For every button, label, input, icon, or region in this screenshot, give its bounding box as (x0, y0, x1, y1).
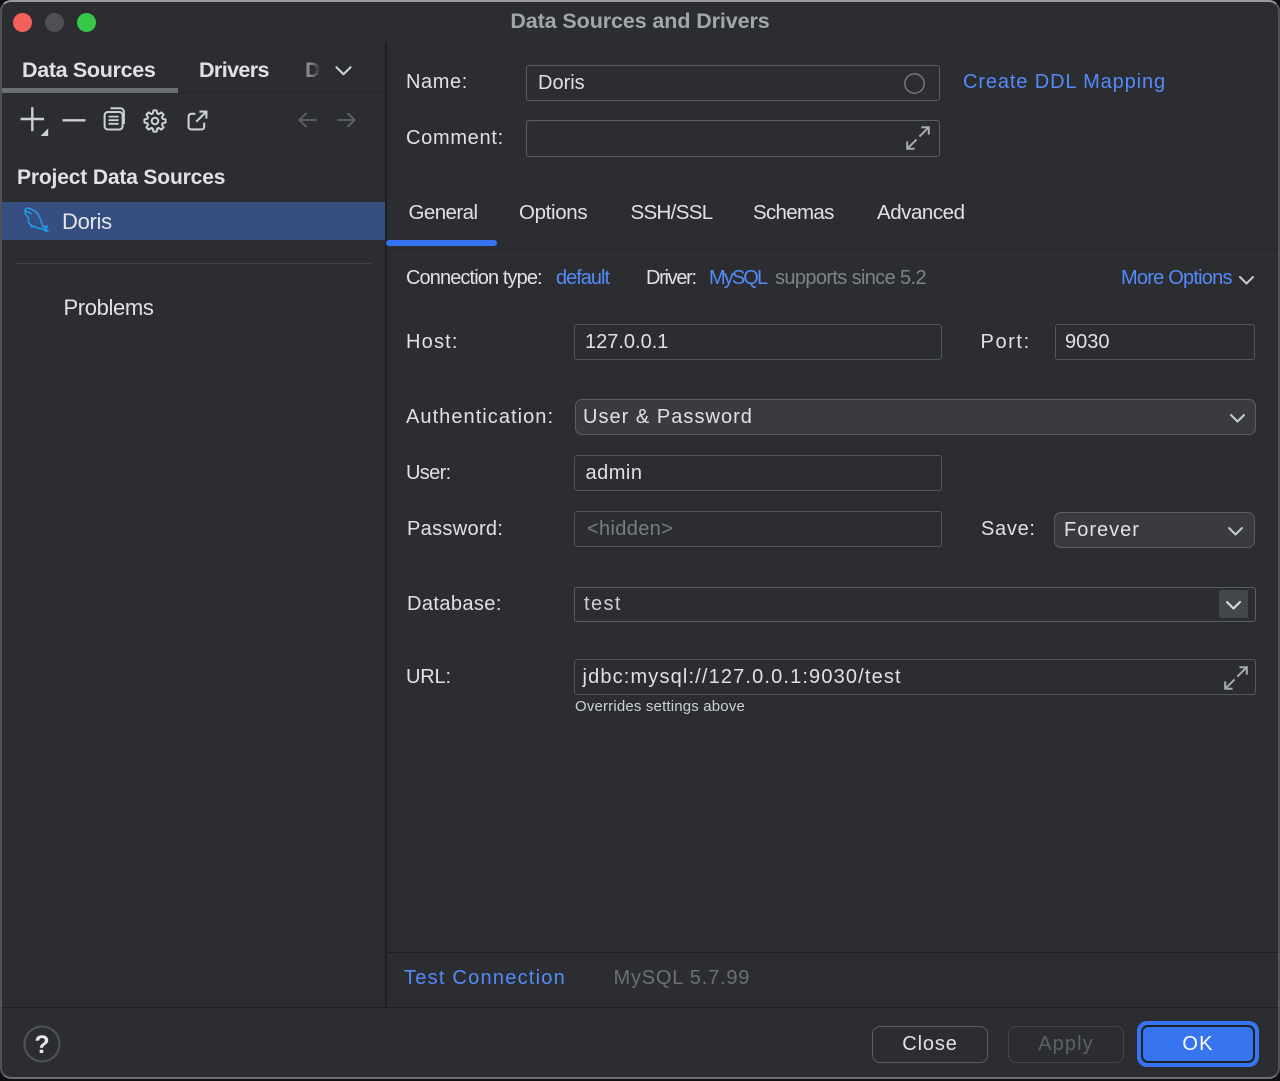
svg-text:?: ? (34, 1031, 49, 1059)
